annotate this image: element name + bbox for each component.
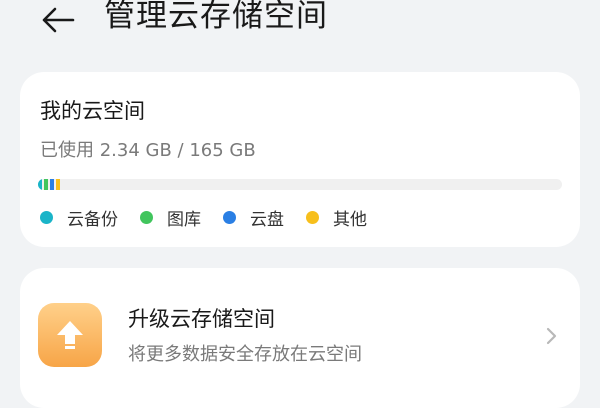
header: 管理云存储空间 (0, 0, 600, 44)
back-button[interactable] (36, 0, 80, 40)
upgrade-subtitle: 将更多数据安全存放在云空间 (128, 344, 362, 365)
storage-legend: 云备份 图库 云盘 其他 (40, 203, 389, 231)
legend-label: 云备份 (67, 209, 118, 230)
upload-arrow-icon (38, 303, 102, 367)
progress-segment (50, 179, 54, 190)
storage-title: 我的云空间 (40, 99, 145, 123)
progress-segment (56, 179, 60, 190)
legend-item-other: 其他 (306, 205, 367, 230)
legend-dot (223, 210, 236, 224)
chevron-right-icon (546, 327, 557, 345)
legend-dot (40, 210, 53, 224)
upgrade-title: 升级云存储空间 (128, 307, 275, 331)
progress-segment (44, 179, 48, 190)
progress-segment (38, 179, 42, 190)
legend-item-gallery: 图库 (140, 205, 201, 230)
legend-dot (306, 210, 319, 224)
arrow-left-icon (42, 7, 75, 33)
legend-label: 其他 (333, 209, 367, 230)
legend-item-backup: 云备份 (40, 205, 118, 230)
legend-item-drive: 云盘 (223, 205, 284, 230)
storage-card: 我的云空间 已使用 2.34 GB / 165 GB 云备份 图库 云盘 其他 (20, 72, 580, 247)
legend-dot (140, 210, 153, 224)
legend-label: 图库 (167, 209, 201, 230)
page-title: 管理云存储空间 (104, 0, 328, 34)
storage-usage-text: 已使用 2.34 GB / 165 GB (40, 140, 256, 161)
storage-progress-bar (38, 179, 562, 190)
legend-label: 云盘 (250, 209, 284, 230)
upgrade-storage-card[interactable]: 升级云存储空间 将更多数据安全存放在云空间 (20, 268, 580, 408)
